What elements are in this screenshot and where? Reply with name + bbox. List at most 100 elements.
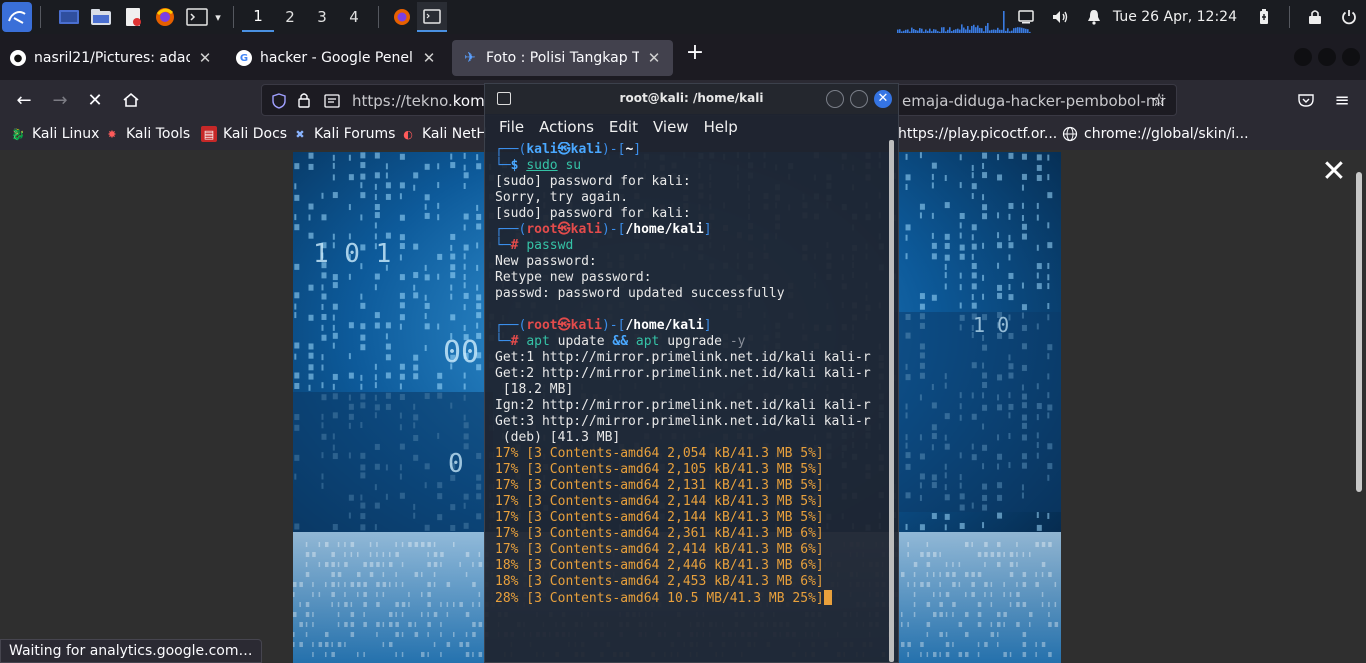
output-line: [sudo] password for kali: xyxy=(495,174,691,189)
bookmark-kali-tools[interactable]: ✸ Kali Tools xyxy=(104,126,190,142)
progress-line: 17% [3 Contents-amd64 2,105 kB/41.3 MB 5… xyxy=(495,462,824,477)
terminal-launcher-icon[interactable] xyxy=(185,5,209,29)
output-line: Get:1 http://mirror.primelink.net.id/kal… xyxy=(495,350,871,365)
progress-line: 17% [3 Contents-amd64 2,144 kB/41.3 MB 5… xyxy=(495,494,824,509)
bookmark-kali-forums[interactable]: ✖ Kali Forums xyxy=(292,126,395,142)
bookmark-label: Kali Linux xyxy=(32,126,100,142)
bookmark-kali-nethunter[interactable]: ◐ Kali NetH xyxy=(400,126,487,142)
github-icon: ● xyxy=(10,50,26,66)
svg-text:00: 00 xyxy=(443,335,479,370)
terminal-task-button[interactable] xyxy=(417,2,447,32)
close-tab-icon[interactable]: ✕ xyxy=(196,49,214,67)
file-manager-icon[interactable] xyxy=(89,5,113,29)
back-button[interactable]: ← xyxy=(10,86,38,114)
kali-dragon-icon: 🐉 xyxy=(11,127,25,141)
panel-separator xyxy=(40,6,41,28)
kali-menu-icon[interactable] xyxy=(2,2,32,32)
terminal-scrollbar[interactable] xyxy=(889,140,894,662)
terminal-cursor xyxy=(823,590,832,605)
power-icon[interactable] xyxy=(1332,0,1366,34)
text-editor-icon[interactable] xyxy=(121,5,145,29)
output-line: New password: xyxy=(495,254,597,269)
bookmark-chrome-global[interactable]: chrome://global/skin/i... xyxy=(1062,126,1249,142)
chevron-down-icon[interactable]: ▾ xyxy=(211,5,225,29)
prompt-line: ┌──(root㉿kali)-[/home/kali] xyxy=(495,318,712,333)
notification-bell-icon[interactable] xyxy=(1077,0,1111,34)
bookmark-kali-docs[interactable]: ▤ Kali Docs xyxy=(201,126,287,142)
close-window-button[interactable] xyxy=(1342,48,1360,66)
show-desktop-icon[interactable] xyxy=(57,5,81,29)
top-panel: ▾ 1 2 3 4 Tue 26 Apr, 12:24 xyxy=(0,0,1366,34)
menu-view[interactable]: View xyxy=(653,118,689,136)
terminal-close-button[interactable]: ✕ xyxy=(874,90,892,108)
maximize-window-button[interactable] xyxy=(1318,48,1336,66)
panel-separator xyxy=(233,6,234,28)
bookmark-star-icon[interactable]: ☆ xyxy=(1151,90,1167,111)
url-text: https://tekno.komp xyxy=(352,92,494,110)
firefox-task-button[interactable] xyxy=(387,2,417,32)
progress-line: 17% [3 Contents-amd64 2,144 kB/41.3 MB 5… xyxy=(495,510,824,525)
bookmark-label: Kali Forums xyxy=(314,126,396,142)
bookmark-label: Kali Tools xyxy=(126,126,191,142)
progress-line: 17% [3 Contents-amd64 2,131 kB/41.3 MB 5… xyxy=(495,478,824,493)
tab-google[interactable]: G hacker - Google Penelusu ✕ xyxy=(226,40,448,76)
firefox-launcher-icon[interactable] xyxy=(153,5,177,29)
status-bar: Waiting for analytics.google.com… xyxy=(0,639,262,663)
tracking-shield-icon[interactable] xyxy=(272,93,286,113)
nethunter-icon: ◐ xyxy=(403,127,413,141)
menu-edit[interactable]: Edit xyxy=(609,118,638,136)
hamburger-menu-icon[interactable]: ≡ xyxy=(1328,86,1356,114)
workspace-1[interactable]: 1 xyxy=(242,2,274,32)
progress-line-current: 28% [3 Contents-amd64 10.5 MB/41.3 MB 25… xyxy=(495,590,887,607)
command-line: └─# apt update && apt upgrade -y xyxy=(495,334,746,349)
stop-button[interactable]: ✕ xyxy=(81,86,109,114)
terminal-output[interactable]: ┌──(kali㉿kali)-[~] └─$ sudo su [sudo] pass… xyxy=(495,142,887,607)
terminal-minimize-button[interactable] xyxy=(826,90,844,108)
lock-icon[interactable] xyxy=(298,92,310,112)
menu-file[interactable]: File xyxy=(499,118,524,136)
clock[interactable]: Tue 26 Apr, 12:24 xyxy=(1111,9,1247,25)
bookmark-picoctf[interactable]: https://play.picoctf.or... xyxy=(898,126,1057,142)
close-tab-icon[interactable]: ✕ xyxy=(645,49,663,67)
page-scrollbar[interactable] xyxy=(1356,172,1362,492)
google-icon: G xyxy=(236,50,252,66)
tab-kompas[interactable]: ✈ Foto : Polisi Tangkap Tuju ✕ xyxy=(452,40,673,76)
battery-icon[interactable] xyxy=(1247,0,1281,34)
close-tab-icon[interactable]: ✕ xyxy=(420,49,438,67)
output-line: passwd: password updated successfully xyxy=(495,286,785,301)
tab-title: nasril21/Pictures: adada xyxy=(34,50,190,66)
tab-github[interactable]: ● nasril21/Pictures: adada ✕ xyxy=(0,40,224,76)
workspace-3[interactable]: 3 xyxy=(306,2,338,32)
terminal-window[interactable]: root@kali: /home/kali ✕ File Actions Edi… xyxy=(484,83,899,663)
workspace-4[interactable]: 4 xyxy=(338,2,370,32)
svg-text:1 0: 1 0 xyxy=(973,313,1009,337)
display-icon[interactable] xyxy=(1009,0,1043,34)
progress-line: 18% [3 Contents-amd64 2,453 kB/41.3 MB 6… xyxy=(495,574,824,589)
bookmark-label: Kali Docs xyxy=(223,126,288,142)
output-line: Ign:2 http://mirror.primelink.net.id/kal… xyxy=(495,398,871,413)
minimize-window-button[interactable] xyxy=(1294,48,1312,66)
page-info-icon[interactable] xyxy=(324,93,340,112)
system-tray: Tue 26 Apr, 12:24 xyxy=(1009,0,1366,34)
svg-text:0: 0 xyxy=(448,449,464,479)
bookmark-label: https://play.picoctf.or... xyxy=(898,126,1058,142)
lock-icon[interactable] xyxy=(1298,0,1332,34)
prompt-line: ┌──(kali㉿kali)-[~] xyxy=(495,142,642,157)
new-tab-button[interactable]: + xyxy=(683,42,707,66)
output-line: (deb) [41.3 MB] xyxy=(495,430,621,445)
terminal-titlebar[interactable]: root@kali: /home/kali ✕ xyxy=(485,84,898,114)
pocket-icon[interactable] xyxy=(1292,86,1320,114)
menu-actions[interactable]: Actions xyxy=(539,118,594,136)
bookmark-label: Kali NetH xyxy=(422,126,487,142)
workspace-2[interactable]: 2 xyxy=(274,2,306,32)
home-button[interactable] xyxy=(117,86,145,114)
volume-icon[interactable] xyxy=(1043,0,1077,34)
kali-tools-icon: ✸ xyxy=(107,127,117,141)
forward-button[interactable]: → xyxy=(46,86,74,114)
close-viewer-icon[interactable]: ✕ xyxy=(1320,157,1348,187)
terminal-maximize-button[interactable] xyxy=(850,90,868,108)
bookmark-kali-linux[interactable]: 🐉 Kali Linux xyxy=(10,126,99,142)
menu-help[interactable]: Help xyxy=(704,118,738,136)
kompas-icon: ✈ xyxy=(464,50,476,66)
